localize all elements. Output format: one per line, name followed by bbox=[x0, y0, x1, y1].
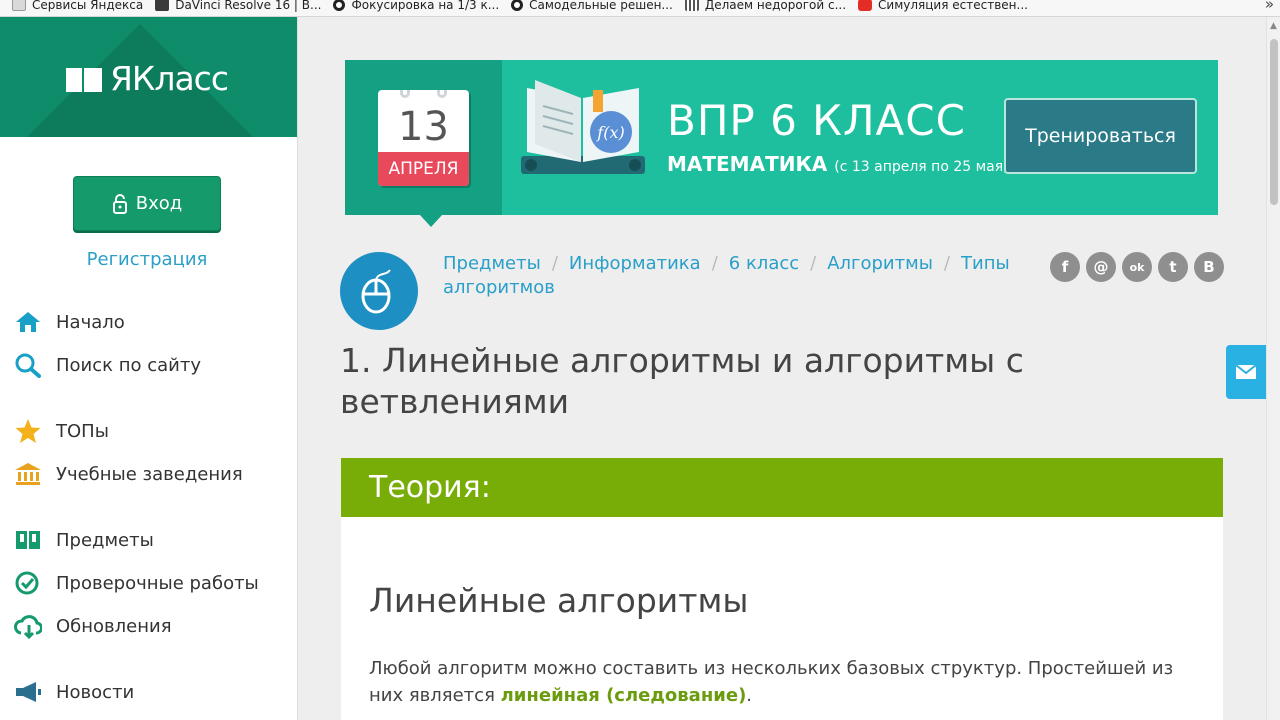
mouse-icon bbox=[361, 269, 391, 314]
bookmark-cheap[interactable]: Делаем недорогой с... bbox=[684, 0, 846, 14]
scroll-thumb[interactable] bbox=[1270, 39, 1278, 205]
login-label: Вход bbox=[135, 193, 183, 214]
calendar-day: 13 bbox=[398, 104, 449, 150]
bookmarks-more-button[interactable]: » bbox=[1265, 0, 1274, 13]
informatics-subject-icon bbox=[340, 252, 418, 330]
social-share: f @ ok t В bbox=[1050, 252, 1230, 282]
breadcrumb-informatics[interactable]: Информатика bbox=[569, 253, 701, 274]
institution-icon bbox=[14, 461, 46, 487]
grid-icon bbox=[684, 0, 699, 11]
cloud-update-icon bbox=[14, 613, 46, 639]
theory-header: Теория: bbox=[341, 458, 1223, 517]
nav-item-subjects[interactable]: Предметы bbox=[14, 527, 154, 553]
lock-icon bbox=[112, 193, 127, 214]
math-book-icon: f(x) bbox=[521, 80, 645, 184]
books-icon bbox=[14, 527, 46, 553]
nav-label: Начало bbox=[56, 311, 125, 333]
calendar-icon: 13 АПРЕЛЯ bbox=[378, 90, 469, 186]
mail-ru-icon[interactable]: @ bbox=[1086, 252, 1116, 282]
logo[interactable]: ЯКласс bbox=[64, 59, 229, 98]
page-scrollbar[interactable]: ▲ bbox=[1266, 17, 1280, 720]
banner-subject: МАТЕМАТИКА bbox=[667, 152, 828, 176]
check-icon bbox=[14, 570, 46, 596]
logo-text: ЯКласс bbox=[110, 59, 229, 98]
breadcrumb-separator: / bbox=[711, 253, 718, 274]
theory-paragraph: Любой алгоритм можно составить из нескол… bbox=[369, 655, 1189, 709]
nav-label: Поиск по сайту bbox=[56, 354, 202, 376]
camera-lens-icon bbox=[511, 0, 524, 11]
section-heading: Линейные алгоритмы bbox=[369, 581, 749, 620]
banner-subtitle: МАТЕМАТИКА (с 13 апреля по 25 мая) bbox=[667, 152, 1009, 176]
breadcrumb-algorithms[interactable]: Алгоритмы bbox=[827, 253, 933, 274]
promo-banner[interactable]: 13 АПРЕЛЯ f(x) ВПР 6 КЛАСС МАТЕМАТИКА (с… bbox=[345, 60, 1218, 227]
nav-label: Проверочные работы bbox=[56, 572, 259, 594]
nav-item-updates[interactable]: Обновления bbox=[14, 613, 172, 639]
bookmark-focus[interactable]: Фокусировка на 1/3 к... bbox=[333, 0, 499, 14]
theory-card: Линейные алгоритмы Любой алгоритм можно … bbox=[341, 517, 1223, 720]
camera-lens-icon bbox=[333, 0, 346, 11]
davinci-icon bbox=[155, 0, 170, 11]
breadcrumb: Предметы / Информатика/6 класс / Алгоритмы / Т… bbox=[443, 252, 1043, 300]
banner-title: ВПР 6 КЛАСС bbox=[667, 96, 966, 145]
calendar-pointer bbox=[420, 215, 442, 227]
odnoklassniki-icon[interactable]: ok bbox=[1122, 252, 1152, 282]
bookmark-davinci[interactable]: DaVinci Resolve 16 | В... bbox=[155, 0, 321, 14]
breadcrumb-grade[interactable]: 6 класс bbox=[729, 253, 799, 274]
para-highlight: линейная (следование) bbox=[500, 685, 747, 706]
calendar-ring bbox=[400, 90, 410, 98]
youtube-icon bbox=[858, 0, 873, 11]
nav-label: Учебные заведения bbox=[56, 463, 243, 485]
scroll-up-arrow-icon[interactable]: ▲ bbox=[1270, 21, 1277, 31]
feedback-mail-button[interactable] bbox=[1226, 345, 1266, 399]
nav-item-tops[interactable]: ТОПы bbox=[14, 418, 109, 444]
banner-dates: (с 13 апреля по 25 мая) bbox=[834, 159, 1009, 175]
facebook-icon[interactable]: f bbox=[1050, 252, 1080, 282]
bookmark-folder-icon bbox=[12, 0, 26, 11]
bookmark-diy[interactable]: Самодельные решен... bbox=[511, 0, 673, 14]
home-icon bbox=[14, 309, 46, 335]
vk-icon[interactable]: В bbox=[1194, 252, 1224, 282]
calendar-month: АПРЕЛЯ bbox=[378, 152, 469, 186]
nav-item-news[interactable]: Новости bbox=[14, 679, 134, 705]
page-title: 1. Линейные алгоритмы и алгоритмы с ветв… bbox=[340, 341, 1024, 421]
breadcrumb-separator: / bbox=[810, 253, 817, 274]
nav-label: Предметы bbox=[56, 529, 154, 551]
nav-item-tests[interactable]: Проверочные работы bbox=[14, 570, 259, 596]
nav-item-home[interactable]: Начало bbox=[14, 309, 125, 335]
twitter-icon[interactable]: t bbox=[1158, 252, 1188, 282]
para-text-end: . bbox=[746, 685, 753, 706]
breadcrumb-separator: / bbox=[551, 253, 558, 274]
para-text: Любой алгоритм можно составить из нескол… bbox=[369, 658, 1174, 706]
sidebar: ЯКласс Вход Регистрация Начало Поиск по … bbox=[0, 17, 298, 720]
nav-label: Обновления bbox=[56, 615, 172, 637]
calendar-ring bbox=[437, 90, 447, 98]
logo-block: ЯКласс bbox=[0, 17, 297, 137]
bookmark-youtube[interactable]: Симуляция естествен... bbox=[858, 0, 1028, 14]
calendar-block: 13 АПРЕЛЯ bbox=[345, 60, 502, 215]
breadcrumb-subjects[interactable]: Предметы bbox=[443, 253, 541, 274]
search-icon bbox=[14, 352, 46, 378]
login-button[interactable]: Вход bbox=[73, 176, 221, 231]
star-icon bbox=[14, 418, 46, 444]
main-content: 13 АПРЕЛЯ f(x) ВПР 6 КЛАСС МАТЕМАТИКА (с… bbox=[299, 17, 1266, 720]
breadcrumb-separator: / bbox=[943, 253, 950, 274]
nav-item-search[interactable]: Поиск по сайту bbox=[14, 352, 201, 378]
nav-label: ТОПы bbox=[56, 420, 109, 442]
bookmarks-bar: Сервисы Яндекса DaVinci Resolve 16 | В..… bbox=[0, 0, 1280, 17]
book-logo-icon bbox=[66, 67, 102, 92]
envelope-icon bbox=[1235, 364, 1257, 379]
formula-text: f(x) bbox=[596, 123, 624, 142]
register-link[interactable]: Регистрация bbox=[0, 249, 294, 270]
nav-item-institutions[interactable]: Учебные заведения bbox=[14, 461, 243, 487]
megaphone-icon bbox=[14, 679, 46, 705]
nav-label: Новости bbox=[56, 681, 135, 703]
bookmark-yandex-services[interactable]: Сервисы Яндекса bbox=[12, 0, 143, 14]
train-button[interactable]: Тренироваться bbox=[1004, 98, 1197, 174]
